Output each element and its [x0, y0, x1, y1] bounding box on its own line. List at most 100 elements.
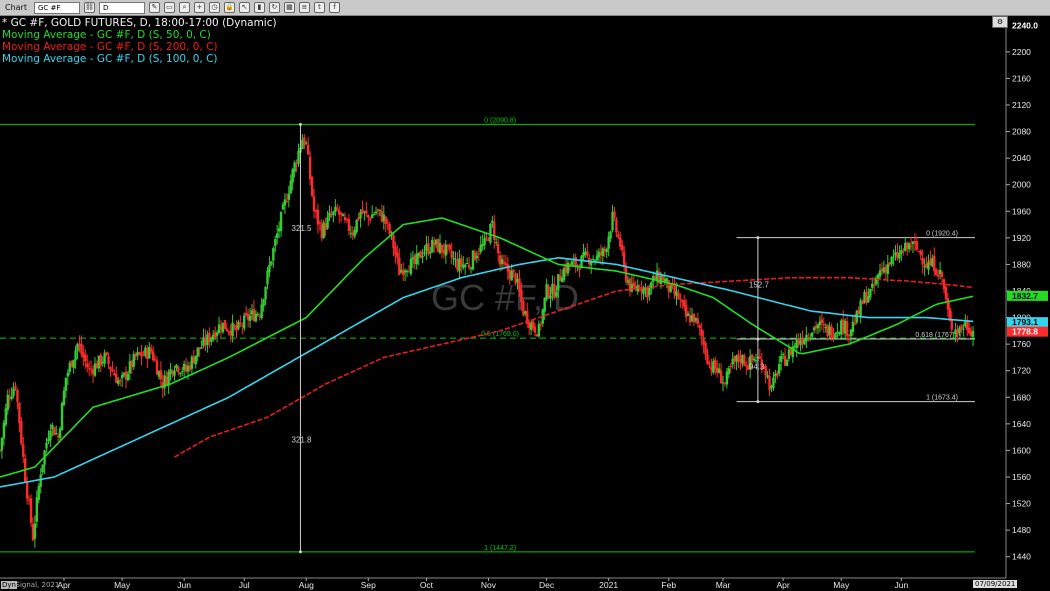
candle-up	[10, 396, 13, 399]
candle-down	[586, 251, 589, 256]
candle-up	[341, 214, 345, 217]
candle-up	[809, 337, 812, 340]
legend-main: * GC #F, GOLD FUTURES, D, 18:00-17:00 (D…	[2, 17, 277, 29]
candle-up	[332, 211, 335, 216]
interval-input[interactable]: D	[98, 1, 145, 14]
legend-ma50: Moving Average - GC #F, D (S, 50, 0, C)	[2, 29, 211, 41]
candle-up	[609, 231, 612, 239]
bar-chart-icon[interactable]: ▮	[253, 2, 265, 13]
price-tick-label: 2040	[1012, 153, 1031, 163]
candle-down	[450, 250, 453, 258]
price-tick-label: 1760	[1012, 339, 1031, 349]
candle-up	[495, 242, 498, 244]
fib-level-label: 1 (1673.4)	[926, 395, 958, 402]
candle-down	[632, 282, 636, 287]
candle-up	[465, 263, 469, 265]
candle-up	[231, 322, 234, 337]
candle-up	[607, 236, 610, 249]
candle-down	[99, 354, 102, 366]
candle-down	[347, 219, 351, 231]
candle-up	[248, 315, 252, 321]
candle-down	[830, 326, 833, 339]
cursor-icon[interactable]: ↖	[238, 2, 250, 13]
candle-up	[12, 388, 15, 396]
candle-up	[555, 292, 558, 297]
candle-down	[89, 368, 93, 370]
legend-ma100: Moving Average - GC #F, D (S, 100, 0, C)	[2, 53, 218, 65]
price-tick-label: 1520	[1012, 499, 1031, 509]
link-icon[interactable]: ⛓	[83, 2, 95, 13]
candle-up	[274, 239, 277, 247]
magnify-icon[interactable]: ⌕	[178, 2, 190, 13]
candle-up	[2, 422, 6, 439]
candle-up	[971, 330, 975, 337]
candle-down	[960, 325, 963, 329]
candle-down	[704, 342, 707, 355]
legend-ma200: Moving Average - GC #F, D (S, 200, 0, C)	[2, 41, 218, 53]
candle-up	[266, 270, 269, 285]
candle-up	[378, 209, 382, 211]
candle-down	[520, 289, 523, 302]
candle-down	[87, 367, 91, 369]
candle-up	[650, 282, 653, 289]
candle-up	[510, 270, 513, 281]
candle-down	[369, 218, 372, 221]
candle-up	[816, 324, 820, 329]
candle-up	[423, 252, 426, 254]
fib-level-label: 0 (2090.8)	[484, 117, 516, 124]
price-tick-label: 1960	[1012, 206, 1031, 216]
crosshair-icon[interactable]: +	[193, 2, 205, 13]
lock-icon[interactable]: 🔒	[223, 2, 235, 13]
candle-up	[275, 233, 279, 238]
candle-up	[49, 430, 52, 441]
measure-endpoint	[298, 550, 302, 554]
candle-up	[605, 248, 608, 253]
candle-up	[179, 373, 182, 375]
candle-up	[270, 261, 273, 265]
candle-up	[892, 256, 895, 258]
price-marker-label: 1832.7	[1012, 291, 1038, 301]
candle-up	[6, 394, 9, 411]
candle-up	[878, 270, 882, 277]
chart-settings-button[interactable]: ⚙	[992, 16, 1008, 28]
draw-pencil-icon[interactable]: ✎	[148, 2, 160, 13]
candle-down	[303, 137, 306, 146]
candle-up	[4, 408, 8, 425]
candle-down	[853, 322, 857, 325]
candle-down	[624, 267, 628, 282]
candle-down	[307, 144, 310, 155]
chart-toolbar: Chart GC #F ⛓ D ✎ ▭ ⌕ + ◷ 🔒 ↖ ▮ ↻ ▦ ≡ t …	[0, 0, 1050, 16]
candle-up	[810, 332, 814, 337]
candle-up	[237, 321, 240, 329]
candle-up	[167, 372, 170, 386]
candle-down	[151, 351, 155, 361]
facebook-icon[interactable]: f	[328, 2, 340, 13]
candle-down	[140, 351, 143, 357]
candle-up	[243, 315, 246, 329]
template-icon[interactable]: ▦	[283, 2, 295, 13]
candle-down	[367, 215, 370, 218]
candle-down	[20, 421, 23, 444]
clock-icon[interactable]: ◷	[208, 2, 220, 13]
price-chart[interactable]: GC #F, D 0 (2090.8)0.5 (1769.0)1 (1447.2…	[0, 16, 1050, 591]
page-icon[interactable]: ▭	[163, 2, 175, 13]
twitter-icon[interactable]: t	[313, 2, 325, 13]
measure-label: 321.8	[291, 435, 312, 444]
candle-down	[745, 364, 748, 367]
stack-icon[interactable]: ≡	[298, 2, 310, 13]
candle-down	[539, 324, 543, 326]
candle-down	[388, 223, 391, 234]
candle-down	[936, 274, 940, 277]
candle-up	[283, 199, 287, 206]
refresh-icon[interactable]: ↻	[268, 2, 280, 13]
time-tick-label: 2021	[599, 580, 618, 590]
candle-up	[727, 368, 731, 375]
symbol-input[interactable]: GC #F	[33, 1, 80, 14]
candle-down	[679, 298, 682, 300]
candle-up	[268, 264, 271, 273]
candle-up	[421, 255, 424, 257]
candle-up	[72, 359, 75, 368]
candle-up	[372, 214, 376, 216]
candle-down	[285, 200, 289, 202]
candle-down	[177, 366, 180, 373]
